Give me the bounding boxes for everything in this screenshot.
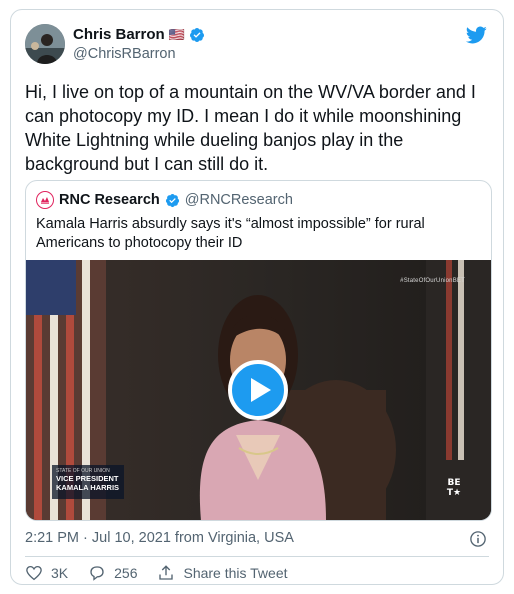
- share-action[interactable]: Share this Tweet: [157, 564, 288, 582]
- play-button[interactable]: [228, 360, 288, 420]
- tweet-card: Chris Barron 🇺🇸 @ChrisRBarron Hi, I live…: [10, 9, 504, 585]
- author-name[interactable]: Chris Barron: [73, 26, 165, 43]
- verified-badge-icon: [189, 27, 204, 42]
- like-count: 3K: [51, 565, 69, 581]
- quoted-tweet[interactable]: RNC Research @RNCResearch Kamala Harris …: [25, 180, 492, 521]
- tweet-actions: 3K 256 Share this Tweet: [25, 564, 288, 582]
- bet-logo: BE T★: [441, 478, 467, 504]
- quoted-header: RNC Research @RNCResearch: [36, 191, 293, 209]
- tweet-text: Hi, I live on top of a mountain on the W…: [25, 82, 476, 174]
- video-lower-third: STATE OF OUR UNION VICE PRESIDENT KAMALA…: [52, 465, 124, 499]
- video-player[interactable]: #StateOfOurUnionBET STATE OF OUR UNION V…: [26, 260, 491, 520]
- heart-icon[interactable]: [25, 564, 43, 582]
- quoted-author-handle[interactable]: @RNCResearch: [185, 192, 293, 208]
- reply-icon[interactable]: [88, 564, 106, 582]
- lower-third-line2: KAMALA HARRIS: [56, 483, 120, 492]
- quoted-author-name[interactable]: RNC Research: [59, 192, 160, 208]
- bet-logo-top: BE: [447, 478, 461, 488]
- like-action[interactable]: 3K: [25, 564, 68, 582]
- author-name-row[interactable]: Chris Barron 🇺🇸: [73, 26, 205, 43]
- share-icon[interactable]: [157, 564, 175, 582]
- tweet-timestamp[interactable]: 2:21 PM · Jul 10, 2021 from Virginia, US…: [25, 530, 294, 546]
- author-handle[interactable]: @ChrisRBarron: [73, 46, 176, 62]
- play-icon: [250, 378, 271, 402]
- quoted-text: Kamala Harris absurdly says it's “almost…: [36, 216, 425, 251]
- flag-emoji: 🇺🇸: [168, 26, 185, 42]
- twitter-bird-icon[interactable]: [465, 24, 487, 46]
- reply-action[interactable]: 256: [88, 564, 137, 582]
- divider: [25, 556, 489, 557]
- lower-third-line1: VICE PRESIDENT: [56, 474, 119, 483]
- reply-count: 256: [114, 565, 138, 581]
- avatar[interactable]: [25, 24, 65, 64]
- verified-badge-icon: [165, 193, 179, 207]
- video-hashtag-overlay: #StateOfOurUnionBET: [400, 278, 465, 284]
- info-icon[interactable]: [469, 530, 487, 548]
- rnc-logo-icon: [36, 191, 54, 209]
- share-label[interactable]: Share this Tweet: [183, 565, 287, 581]
- bet-logo-bottom: T★: [446, 488, 462, 498]
